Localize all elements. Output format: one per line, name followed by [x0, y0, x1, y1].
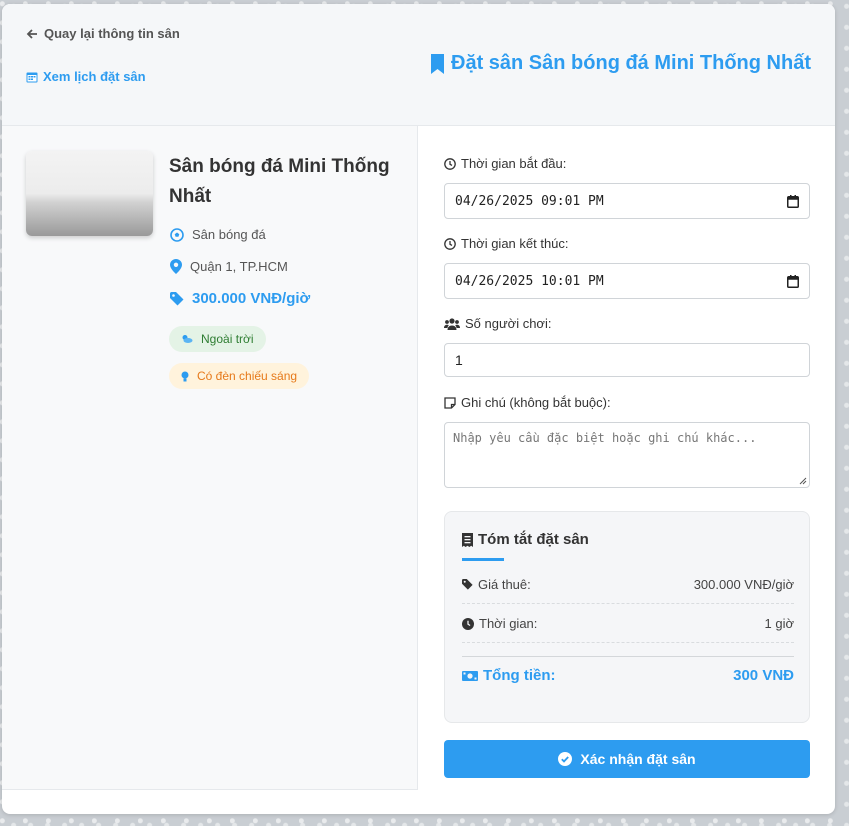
summary-price-row: Giá thuê: 300.000 VNĐ/giờ — [462, 577, 794, 592]
note-label-text: Ghi chú (không bắt buộc): — [461, 395, 611, 410]
users-icon — [444, 317, 460, 330]
divider — [462, 603, 794, 604]
view-schedule-label: Xem lịch đặt sân — [43, 69, 146, 84]
back-link-label: Quay lại thông tin sân — [44, 26, 180, 41]
end-time-label: Thời gian kết thúc: — [444, 236, 569, 251]
map-pin-icon — [170, 259, 182, 274]
summary-price-value: 300.000 VNĐ/giờ — [693, 577, 794, 592]
clock-icon — [444, 157, 456, 170]
confirm-booking-button[interactable]: Xác nhận đặt sân — [444, 740, 810, 778]
summary-time-row: Thời gian: 1 giờ — [462, 616, 794, 631]
check-circle-icon — [558, 752, 573, 766]
view-schedule-link[interactable]: Xem lịch đặt sân — [26, 69, 146, 84]
summary-price-label: Giá thuê: — [478, 577, 531, 592]
summary-time-label: Thời gian: — [479, 616, 538, 631]
start-time-input[interactable]: 04/26/2025 09:01 PM — [444, 183, 810, 219]
receipt-icon — [462, 532, 473, 547]
page-title: Đặt sân Sân bóng đá Mini Thống Nhất — [430, 52, 811, 75]
players-value: 1 — [455, 352, 463, 368]
venue-type: Sân bóng đá — [192, 227, 266, 242]
note-label: Ghi chú (không bắt buộc): — [444, 395, 611, 410]
booking-card: Quay lại thông tin sân Xem lịch đặt sân … — [2, 4, 835, 814]
booking-summary: Tóm tắt đặt sân Giá thuê: 300.000 VNĐ/gi… — [444, 511, 810, 723]
calendar-picker-icon[interactable] — [787, 194, 799, 208]
start-time-label: Thời gian bắt đầu: — [444, 156, 566, 171]
page-title-text: Đặt sân Sân bóng đá Mini Thống Nhất — [451, 52, 811, 74]
summary-title-text: Tóm tắt đặt sân — [478, 531, 589, 548]
venue-location: Quận 1, TP.HCM — [190, 259, 288, 274]
end-time-value: 04/26/2025 10:01 PM — [455, 273, 604, 289]
page-header: Quay lại thông tin sân Xem lịch đặt sân … — [2, 4, 835, 126]
divider — [462, 656, 794, 657]
venue-type-row: Sân bóng đá — [170, 227, 266, 242]
divider — [462, 642, 794, 643]
tag-lighting-label: Có đèn chiếu sáng — [197, 369, 298, 383]
players-input[interactable]: 1 — [444, 343, 810, 377]
venue-location-row: Quận 1, TP.HCM — [170, 259, 288, 274]
start-time-label-text: Thời gian bắt đầu: — [461, 156, 567, 171]
tag-outdoor-label: Ngoài trời — [201, 332, 254, 346]
players-label-text: Số người chơi: — [465, 316, 552, 331]
back-link[interactable]: Quay lại thông tin sân — [26, 26, 180, 41]
resize-handle-icon[interactable] — [799, 477, 807, 485]
players-label: Số người chơi: — [444, 316, 551, 331]
end-time-input[interactable]: 04/26/2025 10:01 PM — [444, 263, 810, 299]
tag-lighting: Có đèn chiếu sáng — [169, 363, 310, 389]
calendar-icon — [26, 71, 38, 83]
tag-outdoor: Ngoài trời — [169, 326, 266, 352]
price-tag-icon — [170, 291, 184, 306]
end-time-label-text: Thời gian kết thúc: — [461, 236, 569, 251]
summary-total-value: 300 VNĐ — [733, 667, 794, 684]
soccer-ball-icon — [170, 227, 184, 242]
clock-icon — [462, 617, 474, 630]
venue-price: 300.000 VNĐ/giờ — [192, 290, 311, 307]
money-bill-icon — [462, 670, 478, 682]
confirm-booking-label: Xác nhận đặt sân — [580, 751, 696, 767]
summary-title-underline — [462, 558, 504, 561]
summary-total-label: Tổng tiền: — [483, 667, 556, 684]
note-textarea[interactable]: Nhập yêu cầu đặc biệt hoặc ghi chú khác.… — [444, 422, 810, 488]
note-placeholder: Nhập yêu cầu đặc biệt hoặc ghi chú khác.… — [453, 431, 757, 445]
venue-price-row: 300.000 VNĐ/giờ — [170, 290, 310, 307]
venue-name: Sân bóng đá Mini Thống Nhất — [169, 156, 390, 207]
summary-total-row: Tổng tiền: 300 VNĐ — [462, 667, 794, 684]
bookmark-icon — [430, 53, 445, 74]
cloud-sun-icon — [181, 334, 193, 344]
summary-title: Tóm tắt đặt sân — [462, 531, 589, 548]
start-time-value: 04/26/2025 09:01 PM — [455, 193, 604, 209]
calendar-picker-icon[interactable] — [787, 274, 799, 288]
arrow-left-icon — [26, 28, 38, 40]
summary-time-value: 1 giờ — [764, 616, 795, 631]
venue-info-panel: Sân bóng đá Mini Thống Nhất Sân bóng đá … — [2, 126, 418, 790]
venue-thumbnail — [26, 151, 153, 236]
lightbulb-icon — [181, 371, 189, 382]
sticky-note-icon — [444, 396, 456, 409]
clock-icon — [444, 237, 456, 250]
price-tag-icon — [462, 579, 473, 590]
